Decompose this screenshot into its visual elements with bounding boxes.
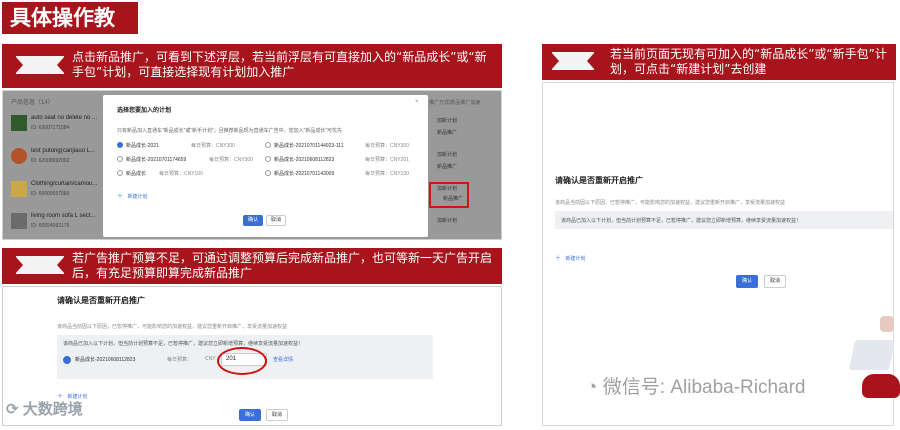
plan-select-modal: 选择您要加入的计划 × 只有新品加入直通车“新品成长”或“新手计划”；且推荐新品… — [103, 95, 428, 237]
product-id: ID: 62008992002 — [31, 158, 70, 164]
budget-notice-box: 该商品已加入以下计划，但当前计划预算不足，已暂停推广，建议您立即新增预算，继续享… — [555, 211, 893, 229]
plan-budget: 每日预算：CNY201 — [365, 157, 409, 163]
banner-step-2: 若当前页面无现有可加入的“新品成长”或“新手包”计划，可点击“新建计划”去创建 — [542, 44, 896, 80]
screenshot-new-product-modal: 产品信息（14） 推广方式/新品推广加速 auto seat no delete… — [2, 90, 502, 240]
cancel-button[interactable]: 取消 — [266, 215, 286, 226]
banner-step-1-text: 点击新品推广，可看到下述浮层，若当前浮层有可直接加入的“新品成长”或“新手包”计… — [72, 50, 487, 79]
banner-step-2-text: 若当前页面无现有可加入的“新品成长”或“新手包”计划，可点击“新建计划”去创建 — [610, 47, 887, 76]
product-name: test putong(canjiauo L... — [31, 148, 96, 154]
modal-title: 选择您要加入的计划 — [117, 108, 172, 114]
page-title: 具体操作教程： — [2, 2, 138, 62]
radio-icon[interactable] — [265, 156, 271, 162]
side-label[interactable]: 加新计划 — [437, 151, 457, 158]
radio-icon[interactable] — [265, 170, 271, 176]
product-id: ID: 60000057080 — [31, 191, 70, 197]
ribbon-icon — [551, 52, 595, 70]
plus-icon: ＋ — [117, 194, 124, 200]
plan-option[interactable]: 新品成长-20210701144923-111 每日预算：CNY300 — [265, 141, 425, 151]
radio-icon[interactable] — [117, 170, 123, 176]
plan-name: 新品成长-20210608112823 — [75, 357, 136, 363]
product-row[interactable]: auto seat no delete no ... ID: 620071715… — [11, 113, 107, 139]
banner-step-1: 点击新品推广，可看到下述浮层，若当前浮层有可直接加入的“新品成长”或“新手包”计… — [2, 44, 502, 88]
product-id: ID: 62007171584 — [31, 125, 70, 131]
wechat-watermark: ◔ 微信号: Alibaba-Richard — [586, 372, 806, 399]
product-name: Clothing/curtain/camou... — [31, 181, 98, 187]
confirm-button[interactable]: 确认 — [239, 409, 261, 421]
product-thumb — [11, 181, 27, 197]
wechat-text: 微信号: Alibaba-Richard — [602, 377, 806, 398]
product-id: ID: 60054092179 — [31, 223, 70, 229]
radio-icon[interactable] — [265, 142, 271, 148]
radio-selected-icon[interactable] — [63, 356, 71, 364]
product-name: auto seat no delete no ... — [31, 115, 98, 121]
plan-budget: 每日预算：CNY100 — [365, 171, 409, 177]
wechat-icon: ◔ — [586, 377, 598, 398]
budget-notice-text: 该商品已加入以下计划，但当前计划预算不足，已暂停推广，建议您立即新增预算，继续享… — [561, 218, 802, 224]
restart-title: 请确认是否重新开启推广 — [57, 296, 145, 305]
restart-desc: 该商品当前因以下原因，已暂停推广，可能影响您的加速权益，建议您重新开启推广，享受… — [57, 324, 288, 330]
modal-close-icon[interactable]: × — [415, 99, 419, 105]
confirm-button[interactable]: 确认 — [736, 275, 758, 288]
plan-budget: 每日预算：CNY100 — [159, 171, 203, 177]
plus-icon: ＋ — [555, 256, 562, 262]
side-label[interactable]: 加新计划 — [437, 117, 457, 124]
confirm-button[interactable]: 确认 — [243, 215, 263, 226]
cancel-button[interactable]: 取消 — [764, 275, 786, 288]
side-label[interactable]: 新品推广 — [437, 163, 457, 170]
plan-name: 新品成长-20210701143009 — [274, 171, 335, 177]
product-thumb — [11, 115, 27, 131]
ribbon-icon — [15, 56, 65, 74]
plan-budget: 每日预算：CNY300 — [191, 143, 235, 149]
side-label[interactable]: 加新计划 — [437, 217, 457, 224]
product-thumb — [11, 148, 27, 164]
plan-budget: 每日预算：CNY300 — [365, 143, 409, 149]
radio-icon[interactable] — [117, 156, 123, 162]
modal-desc: 只有新品加入直通车“新品成长”或“新手计划”；且推荐新品现为直通车广告中。您加入… — [117, 128, 342, 134]
restart-title: 请确认是否重新开启推广 — [555, 176, 643, 185]
plan-name: 新品成长-20210701174659 — [126, 157, 187, 163]
restart-desc: 该商品当前因以下原因，已暂停推广，可能影响您的加速权益，建议您重新开启推广，享受… — [555, 200, 786, 206]
logo-text: 大数跨境 — [22, 401, 83, 418]
plan-name: 新品成长-20210608112823 — [274, 157, 335, 163]
plan-option[interactable]: 新品成长 每日预算：CNY100 — [117, 169, 267, 179]
new-plan-link[interactable]: ＋ 新建计划 — [555, 247, 585, 265]
product-row[interactable]: Clothing/curtain/camou... ID: 6000005708… — [11, 179, 107, 205]
plan-name: 新品成长-20210701144923-111 — [274, 143, 344, 149]
logo-icon: ⟳ — [6, 401, 19, 418]
highlight-budget-input — [217, 347, 267, 375]
person-illustration — [846, 300, 900, 410]
list-header-left: 产品信息（14） — [11, 100, 54, 106]
plan-option[interactable]: 新品成长-2021 每日预算：CNY300 — [117, 141, 267, 151]
plan-name: 新品成长 — [126, 171, 147, 177]
side-label[interactable]: 新品推广 — [437, 129, 457, 136]
pot-shape — [880, 316, 894, 332]
plan-budget: 每日预算：CNY300 — [209, 157, 253, 163]
banner-step-3-text: 若广告推广预算不足，可通过调整预算后完成新品推广，也可等新一天广告开启后，有充足… — [72, 251, 493, 280]
product-name: living room sofa L sect... — [31, 213, 96, 219]
new-plan-label: 新建计划 — [565, 256, 586, 262]
list-header-right: 推广方式/新品推广加速 — [429, 100, 481, 106]
plan-option[interactable]: 新品成长-20210701143009 每日预算：CNY100 — [265, 169, 425, 179]
new-plan-link[interactable]: ＋ 新建计划 — [117, 185, 147, 203]
cancel-button[interactable]: 取消 — [266, 409, 288, 421]
banner-step-3: 若广告推广预算不足，可通过调整预算后完成新品推广，也可等新一天广告开启后，有充足… — [2, 248, 502, 284]
laptop-shape — [848, 340, 896, 370]
highlight-new-product-button — [429, 182, 469, 208]
ribbon-icon — [15, 256, 65, 274]
chair-shape — [862, 374, 900, 398]
view-details-link[interactable]: 查看详情 — [273, 356, 293, 363]
product-row[interactable]: living room sofa L sect... ID: 600540921… — [11, 211, 107, 237]
plan-option[interactable]: 新品成长-20210608112823 每日预算：CNY201 — [265, 155, 425, 165]
budget-notice-text: 该商品已加入以下计划，但当前计划预算不足，已暂停推广，建议您立即新增预算，继续享… — [63, 341, 304, 347]
new-plan-label: 新建计划 — [127, 194, 148, 200]
plan-option[interactable]: 新品成长-20210701174659 每日预算：CNY300 — [117, 155, 267, 165]
radio-selected-icon[interactable] — [117, 142, 123, 148]
plan-name: 新品成长-2021 — [126, 143, 159, 149]
budget-label: 每日预算： — [167, 357, 193, 363]
budget-prefix: CNY — [205, 356, 216, 362]
product-thumb — [11, 213, 27, 229]
logo-watermark: ⟳ 大数跨境 — [6, 398, 83, 419]
product-row[interactable]: test putong(canjiauo L... ID: 6200899200… — [11, 146, 107, 172]
